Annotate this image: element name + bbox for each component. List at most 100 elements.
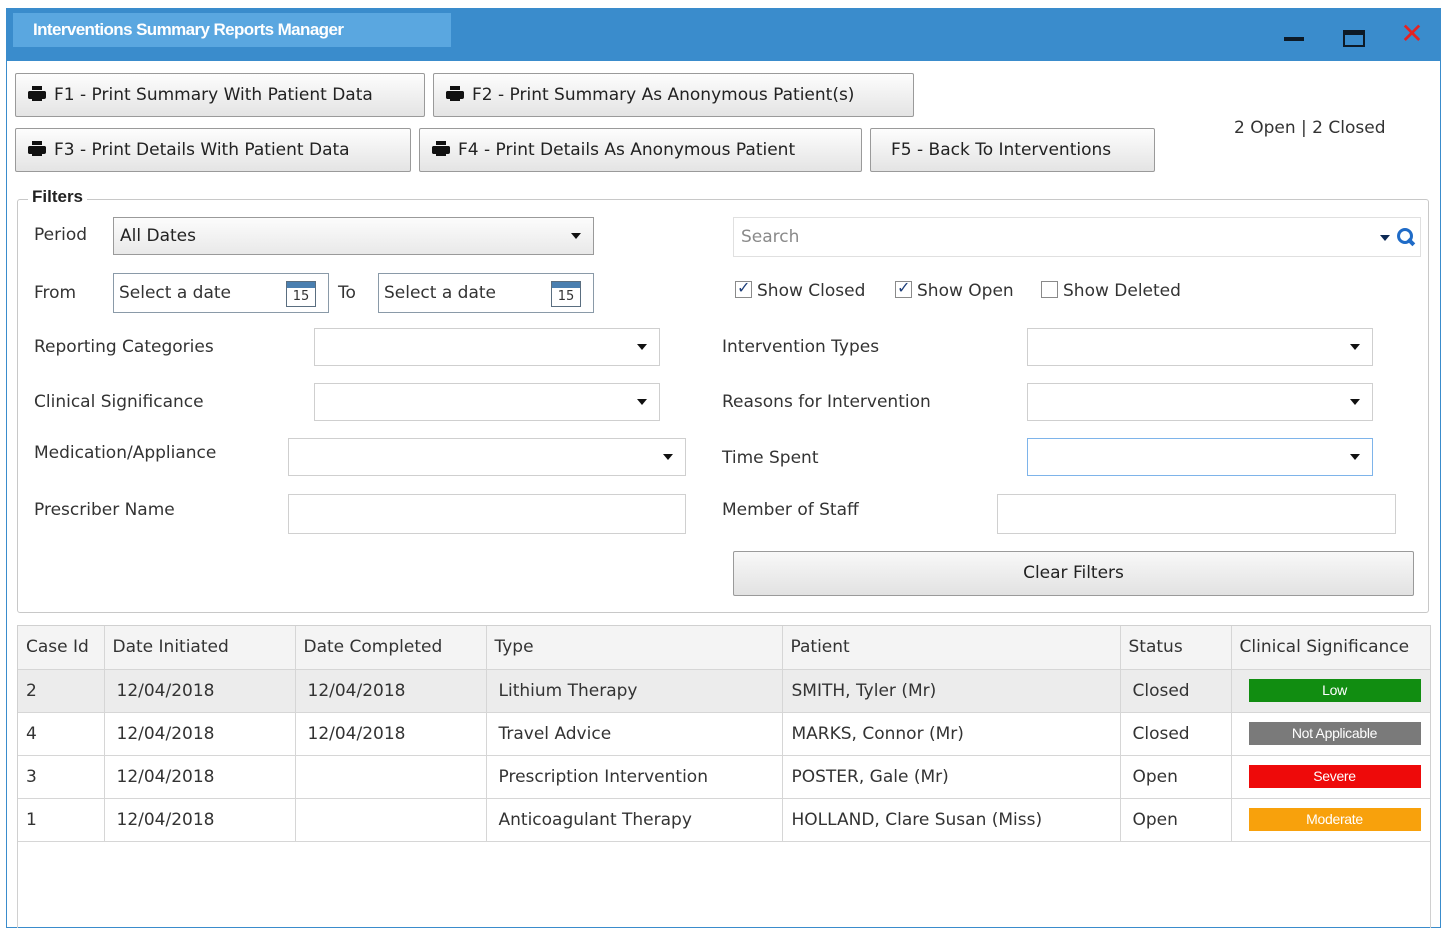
reporting-categories-select[interactable]: [314, 328, 660, 366]
table-row[interactable]: 2 12/04/2018 12/04/2018 Lithium Therapy …: [18, 669, 1430, 713]
column-header-date-completed[interactable]: Date Completed: [295, 626, 487, 670]
print-details-patient-button[interactable]: F3 - Print Details With Patient Data: [15, 128, 411, 172]
chevron-down-icon: [571, 233, 581, 239]
f2-label: F2 - Print Summary As Anonymous Patient(…: [472, 85, 855, 105]
prescriber-name-input[interactable]: [288, 494, 686, 534]
cell-significance: Severe: [1231, 755, 1430, 799]
checkbox-checked-icon: [895, 278, 912, 298]
cell-date-completed: 12/04/2018: [295, 669, 487, 713]
table-row[interactable]: 4 12/04/2018 12/04/2018 Travel Advice MA…: [18, 712, 1430, 756]
cell-status: Open: [1120, 755, 1232, 799]
calendar-icon[interactable]: 15: [551, 281, 581, 307]
close-icon[interactable]: ✕: [1397, 19, 1427, 49]
search-icon[interactable]: [1396, 227, 1416, 247]
to-date-input[interactable]: [379, 274, 539, 312]
cell-date-initiated: 12/04/2018: [104, 669, 296, 713]
column-header-clinical-significance[interactable]: Clinical Significance: [1231, 626, 1430, 670]
cell-significance: Not Applicable: [1231, 712, 1430, 756]
significance-badge: Low: [1248, 679, 1421, 702]
reasons-select[interactable]: [1027, 383, 1373, 421]
from-date-input[interactable]: [114, 274, 274, 312]
title-bar: Interventions Summary Reports Manager ✕: [7, 9, 1440, 61]
print-summary-patient-button[interactable]: F1 - Print Summary With Patient Data: [15, 73, 425, 117]
to-date-picker: 15: [378, 273, 594, 313]
checkbox-checked-icon: [735, 278, 752, 298]
checkbox-unchecked-icon: [1041, 281, 1058, 298]
chevron-down-icon: [1350, 399, 1360, 405]
member-of-staff-label: Member of Staff: [722, 500, 859, 520]
grid-header-row: Case Id Date Initiated Date Completed Ty…: [18, 626, 1430, 670]
from-label: From: [34, 283, 77, 303]
to-label: To: [338, 283, 356, 303]
cell-patient: POSTER, Gale (Mr): [782, 755, 1121, 799]
period-select[interactable]: All Dates: [113, 217, 594, 255]
printer-icon: [432, 141, 450, 156]
cell-type: Travel Advice: [486, 712, 783, 756]
cell-type: Lithium Therapy: [486, 669, 783, 713]
from-date-picker: 15: [113, 273, 329, 313]
back-to-interventions-button[interactable]: F5 - Back To Interventions: [870, 128, 1155, 172]
clear-filters-button[interactable]: Clear Filters: [733, 551, 1414, 596]
column-header-case-id[interactable]: Case Id: [18, 626, 105, 670]
period-label: Period: [34, 225, 88, 245]
window-title: Interventions Summary Reports Manager: [13, 13, 451, 47]
printer-icon: [446, 86, 464, 101]
print-summary-anonymous-button[interactable]: F2 - Print Summary As Anonymous Patient(…: [433, 73, 914, 117]
minimize-icon[interactable]: [1280, 19, 1310, 49]
member-of-staff-input[interactable]: [997, 494, 1396, 534]
cell-patient: HOLLAND, Clare Susan (Miss): [782, 798, 1121, 842]
time-spent-label: Time Spent: [722, 448, 819, 468]
cell-status: Closed: [1120, 669, 1232, 713]
chevron-down-icon: [637, 344, 647, 350]
cell-status: Closed: [1120, 712, 1232, 756]
table-row[interactable]: 3 12/04/2018 Prescription Intervention P…: [18, 755, 1430, 799]
show-closed-checkbox[interactable]: Show Closed: [735, 278, 866, 301]
clinical-significance-select[interactable]: [314, 383, 660, 421]
search-input[interactable]: [734, 218, 1354, 256]
cell-significance: Low: [1231, 669, 1430, 713]
print-details-anonymous-button[interactable]: F4 - Print Details As Anonymous Patient: [419, 128, 862, 172]
show-open-checkbox[interactable]: Show Open: [895, 278, 1014, 301]
column-header-status[interactable]: Status: [1120, 626, 1232, 670]
cell-patient: SMITH, Tyler (Mr): [782, 669, 1121, 713]
printer-icon: [28, 141, 46, 156]
medication-appliance-select[interactable]: [288, 438, 686, 476]
show-closed-label: Show Closed: [757, 281, 866, 301]
chevron-down-icon: [637, 399, 647, 405]
reporting-categories-label: Reporting Categories: [34, 337, 214, 357]
column-header-patient[interactable]: Patient: [782, 626, 1121, 670]
show-open-label: Show Open: [917, 281, 1014, 301]
intervention-types-select[interactable]: [1027, 328, 1373, 366]
cell-date-completed: 12/04/2018: [295, 712, 487, 756]
filters-title: Filters: [28, 187, 88, 207]
cell-status: Open: [1120, 798, 1232, 842]
table-row[interactable]: 1 12/04/2018 Anticoagulant Therapy HOLLA…: [18, 798, 1430, 842]
show-deleted-label: Show Deleted: [1063, 281, 1181, 301]
time-spent-select[interactable]: [1027, 438, 1373, 476]
f3-label: F3 - Print Details With Patient Data: [54, 140, 350, 160]
printer-icon: [28, 86, 46, 101]
clinical-significance-label: Clinical Significance: [34, 392, 204, 412]
f5-label: F5 - Back To Interventions: [891, 140, 1112, 160]
significance-badge: Severe: [1248, 765, 1421, 788]
search-box: [733, 217, 1421, 257]
significance-badge: Moderate: [1248, 808, 1421, 831]
significance-badge: Not Applicable: [1248, 722, 1421, 745]
maximize-icon[interactable]: [1340, 19, 1370, 49]
cell-significance: Moderate: [1231, 798, 1430, 842]
chevron-down-icon: [663, 454, 673, 460]
show-deleted-checkbox[interactable]: Show Deleted: [1041, 281, 1181, 301]
period-value: All Dates: [120, 226, 196, 246]
chevron-down-icon: [1350, 454, 1360, 460]
cell-case-id: 2: [18, 669, 105, 713]
cell-date-completed: [295, 798, 487, 842]
f4-label: F4 - Print Details As Anonymous Patient: [458, 140, 796, 160]
cell-date-initiated: 12/04/2018: [104, 755, 296, 799]
cell-date-initiated: 12/04/2018: [104, 798, 296, 842]
calendar-icon[interactable]: 15: [286, 281, 316, 307]
column-header-type[interactable]: Type: [486, 626, 783, 670]
chevron-down-icon[interactable]: [1380, 235, 1390, 241]
cell-date-completed: [295, 755, 487, 799]
f1-label: F1 - Print Summary With Patient Data: [54, 85, 373, 105]
column-header-date-initiated[interactable]: Date Initiated: [104, 626, 296, 670]
